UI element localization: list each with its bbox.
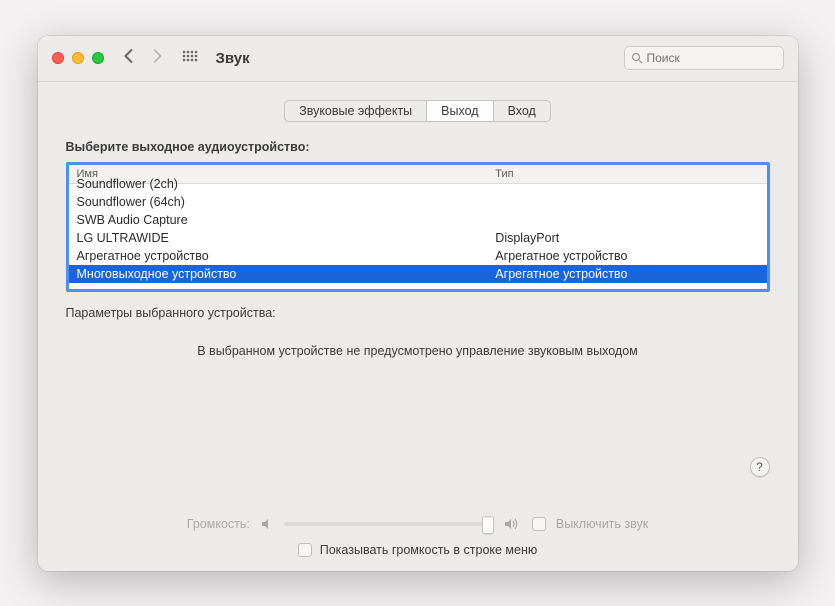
table-row[interactable]: Агрегатное устройствоАгрегатное устройст… (69, 247, 767, 265)
device-name: SWB Audio Capture (69, 211, 488, 229)
titlebar: Звук (38, 36, 798, 82)
device-name: Агрегатное устройство (69, 247, 488, 265)
device-name: Soundflower (64ch) (69, 193, 488, 211)
device-type (487, 211, 766, 229)
minimize-icon[interactable] (72, 52, 84, 64)
device-name: Soundflower (2ch) (69, 175, 488, 193)
device-name: Многовыходное устройство (69, 265, 488, 283)
device-type (487, 193, 766, 211)
device-list[interactable]: Имя Тип Soundflower (2ch)Soundflower (64… (66, 162, 770, 292)
mute-label: Выключить звук (556, 517, 648, 531)
tab-output[interactable]: Выход (427, 101, 493, 121)
params-label: Параметры выбранного устройства: (66, 306, 770, 320)
speaker-low-icon (260, 517, 274, 531)
volume-slider[interactable] (284, 522, 494, 526)
speaker-high-icon (504, 517, 522, 531)
table-row[interactable]: Soundflower (2ch) (69, 184, 767, 193)
help-button[interactable]: ? (750, 457, 770, 477)
device-name: LG ULTRAWIDE (69, 229, 488, 247)
device-type: DisplayPort (487, 229, 766, 247)
search-input[interactable] (647, 51, 777, 65)
table-row[interactable]: SWB Audio Capture (69, 211, 767, 229)
volume-label: Громкость: (187, 517, 250, 531)
search-field[interactable] (624, 46, 784, 70)
search-icon (631, 52, 643, 64)
table-row[interactable]: LG ULTRAWIDEDisplayPort (69, 229, 767, 247)
mute-checkbox[interactable] (532, 517, 546, 531)
window-title: Звук (216, 50, 624, 67)
menubar-label: Показывать громкость в строке меню (320, 543, 538, 557)
content-area: Звуковые эффекты Выход Вход Выберите вых… (38, 82, 798, 571)
device-type (487, 175, 766, 193)
show-all-icon[interactable] (182, 50, 198, 66)
tab-bar: Звуковые эффекты Выход Вход (284, 100, 551, 122)
tab-input[interactable]: Вход (494, 101, 550, 121)
table-body: Soundflower (2ch)Soundflower (64ch)SWB A… (69, 184, 767, 283)
volume-row: Громкость: Выключить звук (66, 517, 770, 531)
help-row: ? (66, 457, 770, 477)
forward-button[interactable] (150, 49, 164, 68)
window-controls (52, 52, 104, 64)
menubar-checkbox[interactable] (298, 543, 312, 557)
back-button[interactable] (122, 49, 136, 68)
close-icon[interactable] (52, 52, 64, 64)
zoom-icon[interactable] (92, 52, 104, 64)
device-type: Агрегатное устройство (487, 265, 766, 283)
menubar-row: Показывать громкость в строке меню (66, 543, 770, 557)
preferences-window: Звук Звуковые эффекты Выход Вход Выберит… (38, 36, 798, 571)
choose-device-label: Выберите выходное аудиоустройство: (66, 140, 770, 154)
nav-buttons (122, 49, 164, 68)
device-type: Агрегатное устройство (487, 247, 766, 265)
table-row[interactable]: Многовыходное устройствоАгрегатное устро… (69, 265, 767, 283)
table-row[interactable]: Soundflower (64ch) (69, 193, 767, 211)
tab-effects[interactable]: Звуковые эффекты (285, 101, 427, 121)
no-controls-message: В выбранном устройстве не предусмотрено … (66, 344, 770, 358)
